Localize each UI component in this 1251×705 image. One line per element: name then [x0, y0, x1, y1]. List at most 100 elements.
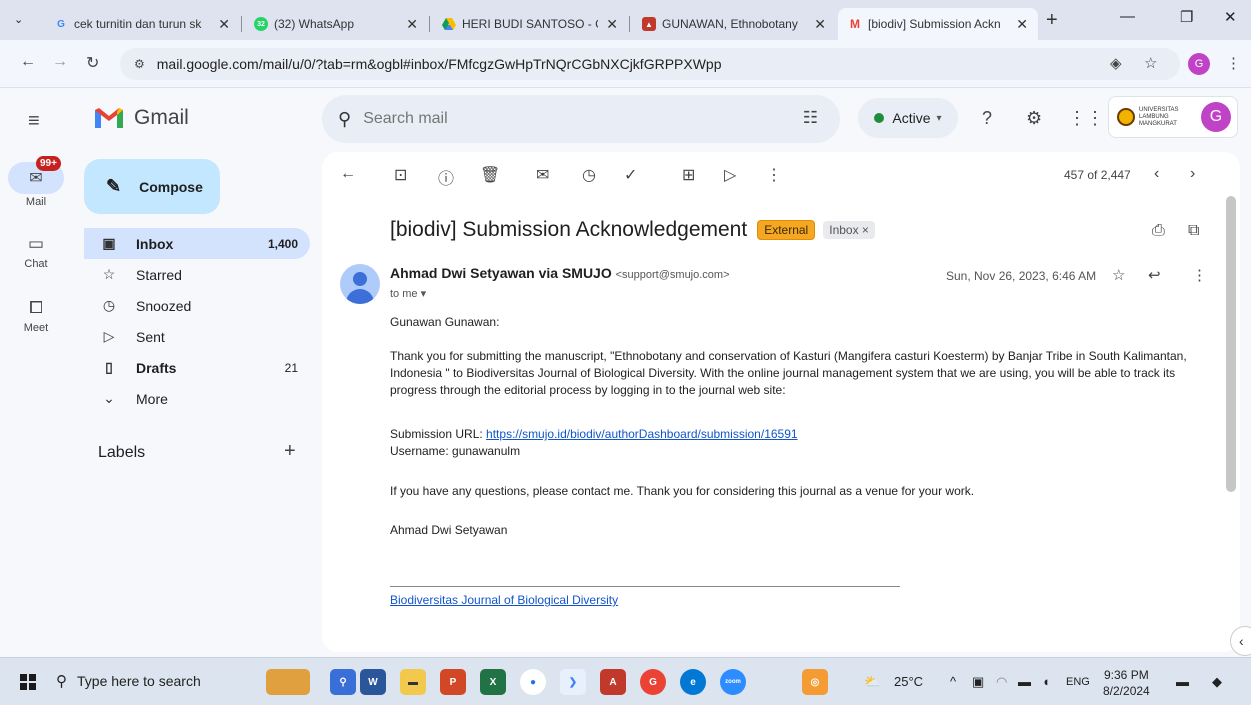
bookmark-star-icon[interactable]: ☆ — [1144, 54, 1157, 72]
print-icon[interactable]: ⎙ — [1152, 222, 1165, 240]
search-options-icon[interactable]: ☷ — [803, 108, 818, 128]
minimize-icon[interactable]: — — [1120, 8, 1135, 25]
tray-app-icon[interactable]: ▣ — [972, 674, 984, 690]
restore-icon[interactable]: ❐ — [1180, 8, 1193, 26]
reply-icon[interactable]: ↩ — [1148, 266, 1161, 284]
sidebar-item-drafts[interactable]: ▯ Drafts 21 — [84, 352, 310, 383]
snooze-icon[interactable]: ◷ — [582, 165, 596, 185]
powerpoint-icon[interactable]: P — [440, 669, 466, 695]
move-to-icon[interactable]: ⊞ — [682, 165, 695, 185]
report-spam-icon[interactable]: ⓘ — [438, 165, 454, 189]
tab-close-icon[interactable]: ✕ — [1016, 16, 1028, 33]
site-settings-icon[interactable]: ⚙ — [134, 57, 145, 71]
open-new-window-icon[interactable]: ⧉ — [1188, 222, 1199, 240]
add-label-button[interactable]: + — [284, 440, 296, 463]
browser-tab-drive[interactable]: HERI BUDI SANTOSO - G ✕ — [432, 8, 628, 40]
gmail-logo[interactable]: Gmail — [93, 106, 189, 130]
taskbar-clock[interactable]: 9:36 PM 8/2/2024 — [1103, 667, 1150, 699]
rail-item-meet[interactable]: ⧠ Meet — [0, 298, 72, 334]
chrome-profile-icon[interactable]: G — [640, 669, 666, 695]
sidebar-item-sent[interactable]: ▷ Sent — [84, 321, 310, 352]
message-scrollbar[interactable] — [1226, 196, 1236, 492]
back-to-inbox-icon[interactable]: ← — [340, 165, 356, 183]
sidebar-item-snoozed[interactable]: ◷ Snoozed — [84, 290, 310, 321]
tab-close-icon[interactable]: ✕ — [814, 16, 826, 33]
label-icon[interactable]: ▷ — [724, 165, 736, 185]
main-menu-icon[interactable]: ≡ — [28, 110, 40, 133]
account-switcher[interactable]: UNIVERSITAS LAMBUNG MANGKURAT G — [1108, 96, 1238, 138]
file-explorer-icon[interactable]: ▬ — [400, 669, 426, 695]
help-icon[interactable]: ? — [982, 108, 992, 129]
rail-item-mail[interactable]: ✉ 99+ Mail — [0, 156, 72, 208]
tab-close-icon[interactable]: ✕ — [406, 16, 418, 33]
extension-icon[interactable]: ◈ — [1110, 54, 1122, 72]
settings-gear-icon[interactable]: ⚙ — [1026, 108, 1042, 129]
browser-profile-avatar[interactable]: G — [1188, 53, 1210, 75]
excel-icon[interactable]: X — [480, 669, 506, 695]
browser-tab-gmail[interactable]: M [biodiv] Submission Ackn ✕ — [838, 8, 1038, 40]
browser-tab-journal[interactable]: ▲ GUNAWAN, Ethnobotany ✕ — [632, 8, 836, 40]
sidebar-item-more[interactable]: ⌄ More — [84, 383, 310, 414]
new-tab-button[interactable]: + — [1046, 9, 1058, 32]
add-task-icon[interactable]: ✓ — [624, 165, 637, 185]
language-indicator[interactable]: ENG — [1066, 676, 1090, 688]
tab-close-icon[interactable]: ✕ — [218, 16, 230, 33]
app-icon[interactable]: ◎ — [802, 669, 828, 695]
edge-icon[interactable]: e — [680, 669, 706, 695]
tab-search-icon[interactable]: ⌄ — [14, 13, 23, 26]
notification-icon[interactable]: ▬ — [1176, 674, 1189, 689]
journal-link[interactable]: Biodiversitas Journal of Biological Dive… — [390, 593, 618, 607]
newer-message-icon[interactable]: ‹ — [1154, 165, 1159, 183]
rail-item-chat[interactable]: ▭ Chat — [0, 234, 72, 270]
chrome-icon[interactable]: ● — [520, 669, 546, 695]
wifi-icon[interactable]: ◠ — [996, 674, 1007, 690]
sidebar-item-inbox[interactable]: ▣ Inbox 1,400 — [84, 228, 310, 259]
taskbar-search[interactable]: ⚲ Type here to search — [56, 672, 201, 690]
copilot-icon[interactable]: ◆ — [1212, 674, 1222, 690]
battery-icon[interactable]: ▬ — [1018, 674, 1031, 689]
search-input[interactable] — [363, 110, 744, 128]
more-actions-icon[interactable]: ⋮ — [766, 165, 782, 185]
message-more-icon[interactable]: ⋮ — [1192, 266, 1207, 284]
search-icon[interactable]: ⚲ — [338, 109, 351, 130]
account-avatar[interactable]: G — [1201, 102, 1231, 132]
university-seal-icon — [1117, 108, 1135, 126]
mark-unread-icon[interactable]: ✉ — [536, 165, 549, 185]
windows-start-icon[interactable] — [20, 674, 36, 690]
status-selector[interactable]: Active ▾ — [858, 98, 958, 138]
volume-icon[interactable]: ◖ — [1042, 674, 1050, 689]
inbox-label-chip[interactable]: Inbox × — [823, 221, 875, 239]
address-bar[interactable]: ⚙ mail.google.com/mail/u/0/?tab=rm&ogbl#… — [120, 48, 1180, 80]
reload-icon[interactable]: ↻ — [86, 53, 99, 73]
teams-icon[interactable]: ⚲ — [330, 669, 356, 695]
side-panel-toggle[interactable]: ‹ — [1230, 626, 1251, 656]
sidebar-item-starred[interactable]: ☆ Starred — [84, 259, 310, 290]
search-bar[interactable]: ⚲ ☷ — [322, 95, 840, 143]
pdf-reader-icon[interactable]: A — [600, 669, 626, 695]
recipients-toggle[interactable]: to me ▾ — [390, 287, 426, 300]
external-tag: External — [757, 220, 816, 240]
search-highlight-icon[interactable] — [266, 669, 310, 695]
archive-icon[interactable]: ⊡ — [394, 165, 407, 185]
compose-button[interactable]: ✎ Compose — [84, 159, 220, 214]
window-close-icon[interactable]: ✕ — [1224, 8, 1237, 26]
tab-close-icon[interactable]: ✕ — [606, 16, 618, 33]
app-icon[interactable]: ❯ — [560, 669, 586, 695]
temperature[interactable]: 25°C — [894, 674, 923, 689]
zoom-icon[interactable]: zoom — [720, 669, 746, 695]
browser-menu-icon[interactable]: ⋮ — [1226, 54, 1241, 72]
submission-link[interactable]: https://smujo.id/biodiv/authorDashboard/… — [486, 427, 798, 441]
older-message-icon[interactable]: › — [1190, 165, 1195, 183]
tray-overflow-icon[interactable]: ^ — [950, 674, 956, 689]
journal-footer: Biodiversitas Journal of Biological Dive… — [390, 592, 1210, 609]
forward-icon[interactable]: → — [52, 53, 68, 71]
star-message-icon[interactable]: ☆ — [1112, 266, 1125, 284]
back-icon[interactable]: ← — [20, 53, 36, 71]
delete-icon[interactable]: 🗑 — [480, 165, 500, 185]
browser-tab-turnitin[interactable]: G cek turnitin dan turun sk ✕ — [44, 8, 240, 40]
weather-icon[interactable]: ⛅ — [864, 674, 880, 690]
sender-avatar — [340, 264, 380, 304]
labels-heading: Labels — [98, 444, 146, 461]
browser-tab-whatsapp[interactable]: 32 (32) WhatsApp ✕ — [244, 8, 428, 40]
word-icon[interactable]: W — [360, 669, 386, 695]
